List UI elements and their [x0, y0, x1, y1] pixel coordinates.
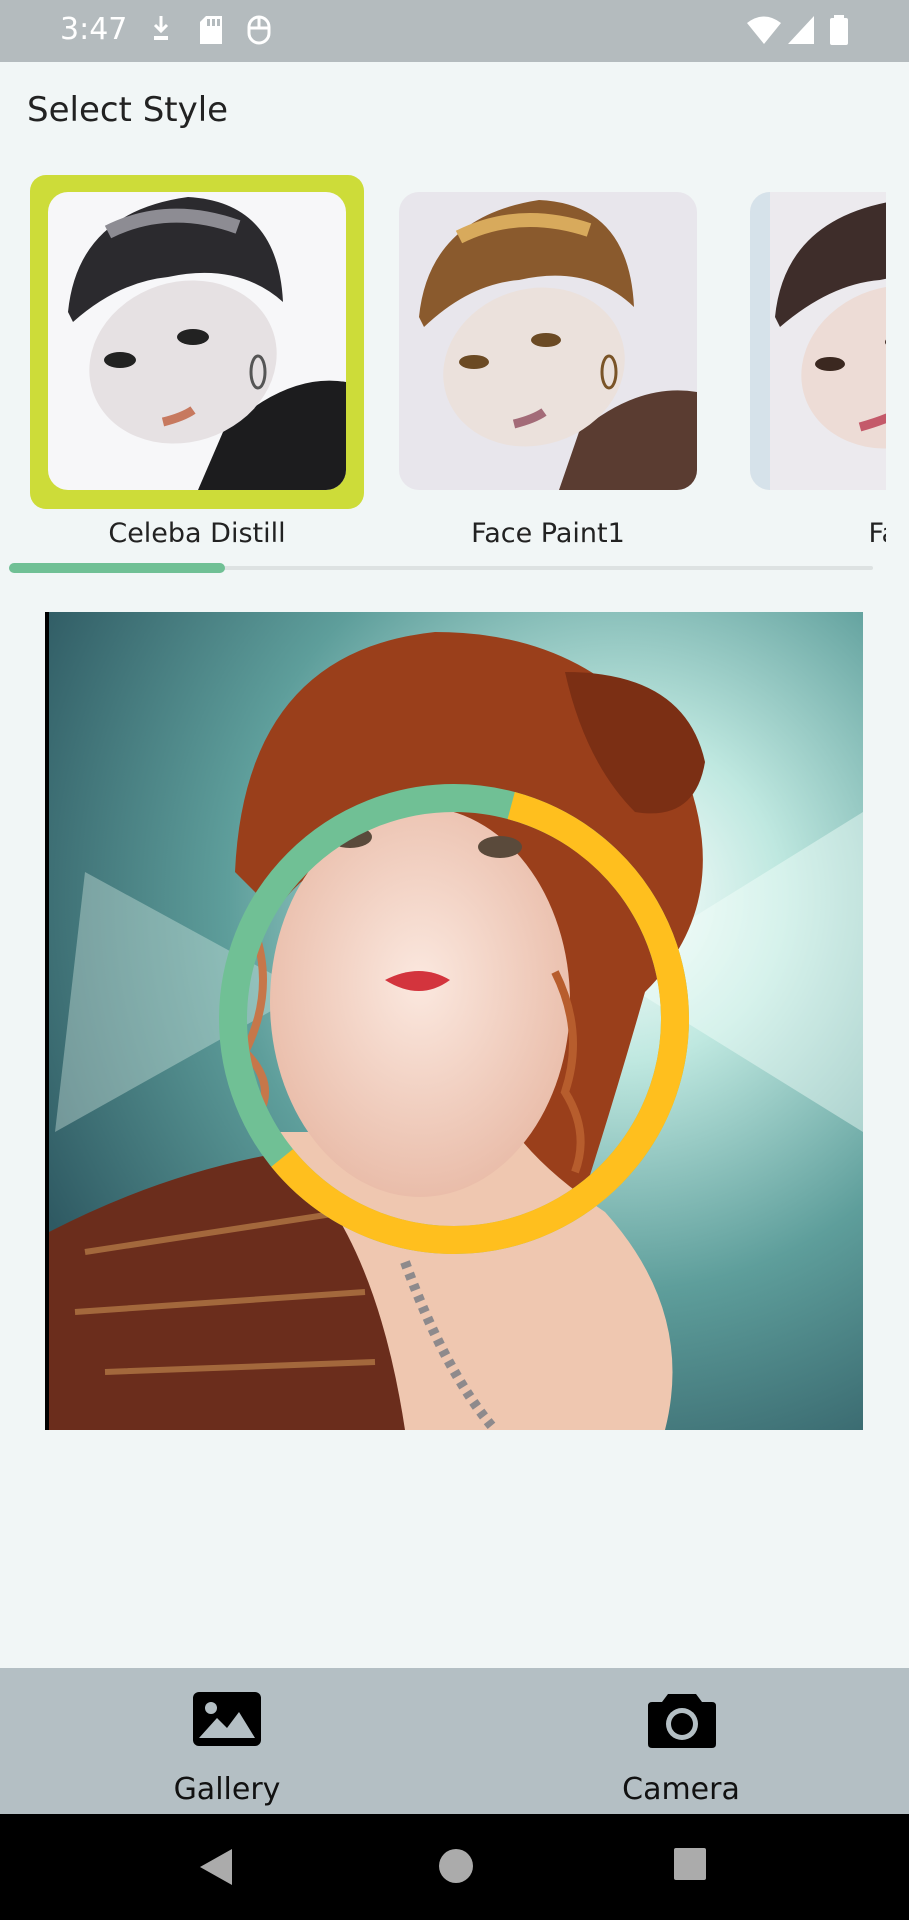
status-bar: 3:47 — [0, 0, 909, 62]
style-label: Face Paint1 — [471, 518, 625, 549]
style-thumbnail[interactable] — [48, 192, 346, 490]
style-thumbnail[interactable] — [399, 192, 697, 490]
camera-label: Camera — [622, 1772, 740, 1807]
gallery-icon — [193, 1692, 261, 1746]
style-carousel[interactable]: Celeba Distill Face Paint1 F — [0, 170, 886, 560]
home-icon[interactable] — [436, 1846, 476, 1886]
style-thumbnail[interactable] — [750, 192, 886, 490]
download-icon — [153, 16, 169, 40]
bottom-nav: Gallery Camera — [0, 1668, 909, 1814]
style-label: Face — [868, 518, 886, 549]
style-item-face-paint1[interactable]: Face Paint1 — [351, 170, 697, 560]
carousel-scrollbar[interactable] — [9, 563, 873, 573]
battery-icon — [830, 15, 848, 45]
carousel-scroll-thumb[interactable] — [9, 563, 225, 573]
section-title: Select Style — [27, 90, 229, 130]
mouse-icon — [247, 15, 271, 45]
signal-icon — [788, 16, 814, 44]
camera-icon — [648, 1694, 716, 1748]
style-item-celeba-distill[interactable]: Celeba Distill — [0, 170, 364, 560]
recents-icon[interactable] — [672, 1846, 708, 1882]
status-time: 3:47 — [60, 12, 128, 47]
system-nav-bar — [0, 1814, 909, 1920]
style-item-face[interactable]: Face — [702, 170, 886, 560]
loading-spinner — [219, 784, 689, 1254]
style-label: Celeba Distill — [108, 518, 286, 549]
back-icon[interactable] — [196, 1846, 236, 1888]
camera-button[interactable]: Camera — [531, 1668, 831, 1814]
wifi-icon — [747, 16, 781, 44]
gallery-label: Gallery — [173, 1772, 281, 1807]
gallery-button[interactable]: Gallery — [77, 1668, 377, 1814]
sd-card-icon — [200, 16, 222, 44]
